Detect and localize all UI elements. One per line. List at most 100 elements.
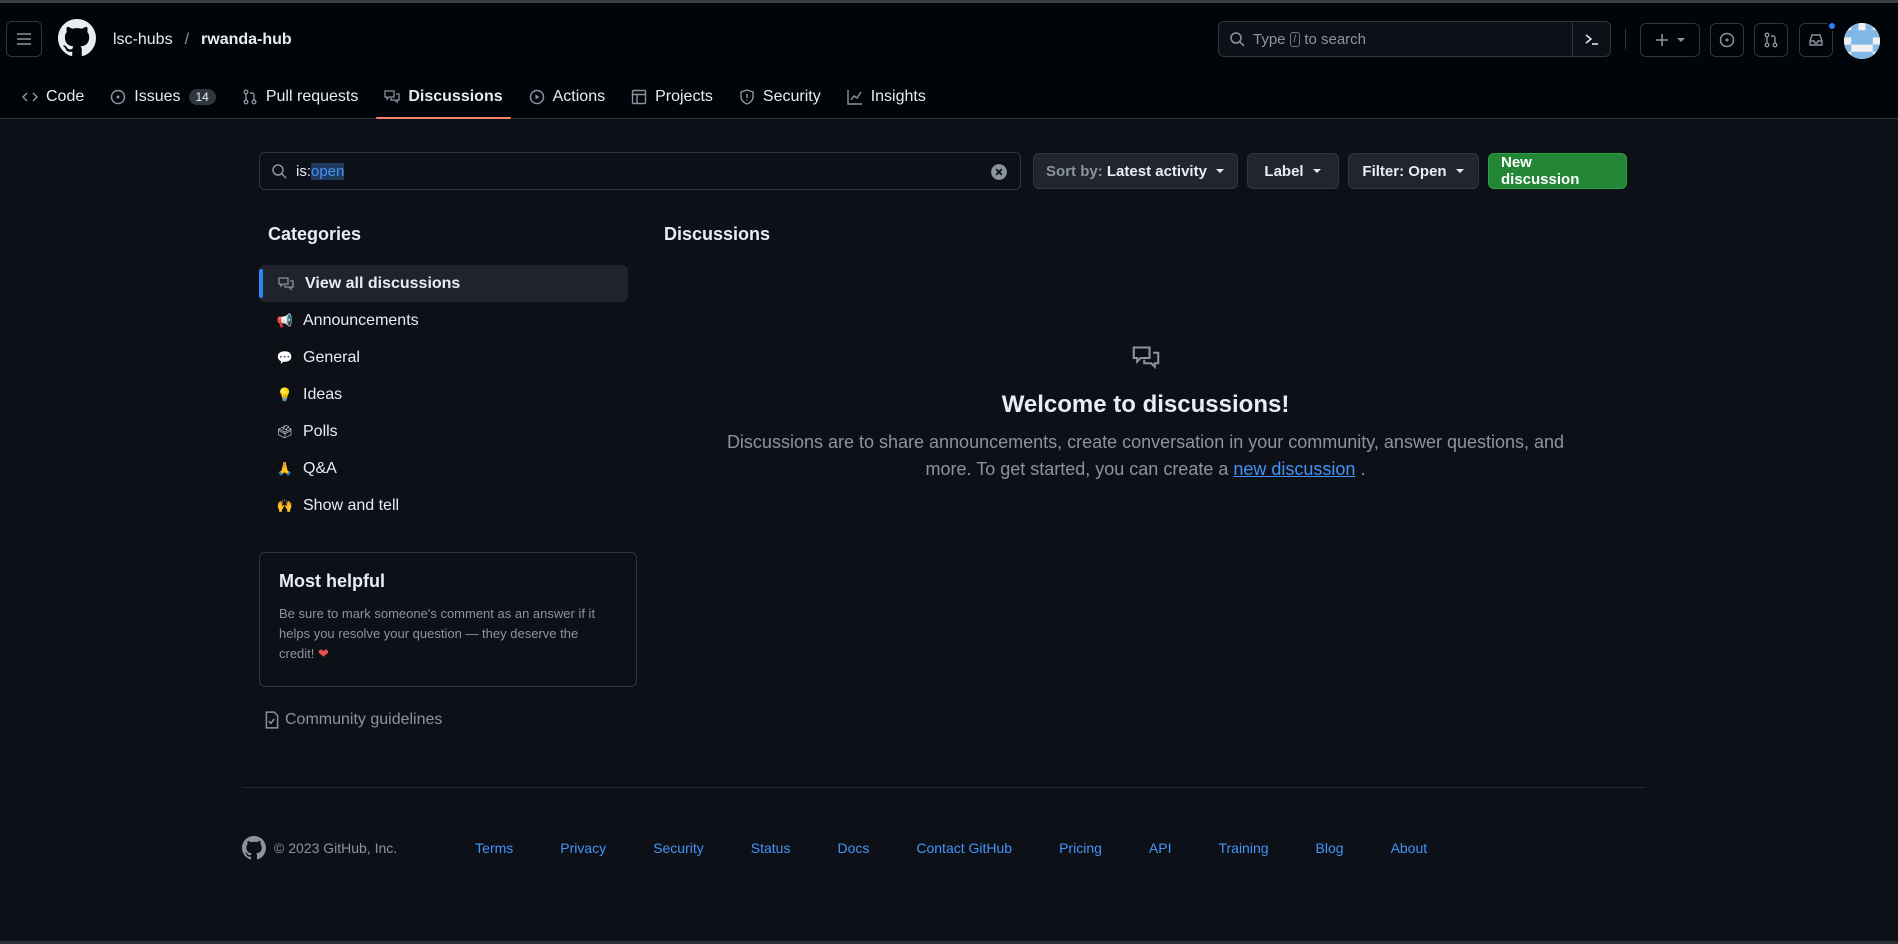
tab-label: Issues [134,88,181,105]
pull-requests-button[interactable] [1754,23,1788,57]
category-label: General [303,348,360,366]
github-logo-icon[interactable] [242,836,266,860]
search-placeholder-suffix: to search [1304,30,1367,48]
tab-code[interactable]: Code [14,75,92,119]
caret-down-icon [1312,169,1321,173]
search-shortcut-key: / [1289,31,1301,47]
notification-indicator [1827,21,1837,31]
github-logo-icon[interactable] [58,19,96,57]
create-new-button[interactable] [1640,23,1700,57]
tab-label: Code [46,88,85,105]
tab-label: Actions [552,88,606,105]
category-general[interactable]: 💬 General [259,339,629,376]
new-discussion-label: New discussion [1501,154,1580,188]
discussions-filter-input[interactable]: is: open [259,152,1021,190]
most-helpful-heading: Most helpful [279,571,385,591]
command-palette-button[interactable] [1572,22,1610,56]
footer-link-privacy[interactable]: Privacy [560,840,606,856]
tab-security[interactable]: Security [731,75,829,119]
welcome-text: Discussions are to share announcements, … [726,429,1566,483]
tab-issues[interactable]: Issues 14 [102,75,224,119]
category-show-and-tell[interactable]: 🙌 Show and tell [259,487,629,524]
footer-link-blog[interactable]: Blog [1316,840,1344,856]
tab-insights[interactable]: Insights [839,75,934,119]
tab-discussions[interactable]: Discussions [376,75,511,119]
repo-link[interactable]: rwanda-hub [201,31,292,49]
category-label: Q&A [303,459,337,477]
site-footer: © 2023 GitHub, Inc. Terms Privacy Securi… [242,834,1474,862]
category-qa[interactable]: 🙏 Q&A [259,450,629,487]
category-label: View all discussions [305,274,461,292]
search-icon [272,164,287,179]
category-label: Ideas [303,385,343,403]
code-icon [22,92,38,102]
welcome-heading: Welcome to discussions! [1001,391,1290,418]
inbox-icon [1809,34,1823,46]
label-dropdown-button[interactable]: Label [1247,153,1339,189]
issue-icon [111,89,126,105]
new-discussion-button[interactable]: New discussion [1488,153,1627,189]
menu-button[interactable] [6,21,42,57]
tab-projects[interactable]: Projects [623,75,721,119]
repo-nav-tabs: Code Issues 14 Pull requests Discussions… [0,75,1898,119]
category-announcements[interactable]: 📢 Announcements [259,302,629,339]
category-label: Show and tell [303,496,400,514]
footer-link-terms[interactable]: Terms [475,840,513,856]
new-discussion-link[interactable]: new discussion [1233,459,1355,479]
footer-link-status[interactable]: Status [751,840,791,856]
search-placeholder-prefix: Type [1253,30,1286,48]
plus-icon [1656,34,1668,46]
pull-request-icon [243,89,257,105]
app-header: lsc-hubs / rwanda-hub Type / to search C… [0,3,1898,119]
discussion-icon [384,90,401,104]
welcome-body: Discussions are to share announcements, … [726,432,1565,479]
category-label: Polls [303,422,338,440]
heart-icon: ❤ [318,646,329,661]
category-polls[interactable]: 🗳 Polls [259,413,629,450]
table-icon [631,89,647,105]
sort-dropdown-button[interactable]: Sort by: Latest activity [1033,153,1238,189]
most-helpful-text: Be sure to mark someone's comment as an … [279,604,617,664]
top-bar: lsc-hubs / rwanda-hub Type / to search [0,3,1898,75]
issues-button[interactable] [1710,23,1744,57]
caret-down-icon [1215,169,1224,173]
category-label: Announcements [303,311,419,329]
raising-hands-icon: 🙌 [276,497,294,513]
footer-link-docs[interactable]: Docs [837,840,869,856]
clear-filter-icon[interactable] [990,163,1008,181]
play-icon [529,89,544,105]
category-view-all[interactable]: View all discussions [259,265,628,302]
footer-link-pricing[interactable]: Pricing [1059,840,1102,856]
label-button-text: Label [1264,162,1304,180]
user-avatar[interactable] [1844,23,1880,59]
megaphone-icon: 📢 [276,312,294,328]
owner-link[interactable]: lsc-hubs [113,31,173,49]
footer-link-api[interactable]: API [1149,840,1172,856]
footer-link-security[interactable]: Security [653,840,704,856]
global-search-input[interactable]: Type / to search [1218,21,1611,57]
most-helpful-box: Most helpful Be sure to mark someone's c… [259,552,637,687]
sort-value: Latest activity [1106,162,1207,180]
terminal-icon [1585,34,1598,45]
category-ideas[interactable]: 💡 Ideas [259,376,629,413]
filter-dropdown-button[interactable]: Filter: Open [1348,153,1479,189]
light-bulb-icon: 💡 [276,386,294,402]
tab-label: Pull requests [265,88,359,105]
tab-label: Insights [870,88,926,105]
tab-actions[interactable]: Actions [521,75,613,119]
footer-divider [242,787,1645,788]
footer-link-about[interactable]: About [1391,840,1428,856]
issue-icon [1719,32,1735,48]
filter-button-text: Filter: Open [1362,162,1447,180]
caret-down-icon [1455,169,1464,173]
graph-icon [846,90,862,105]
welcome-end: . [1360,459,1366,479]
community-guidelines-link[interactable]: Community guidelines [263,711,442,729]
discussion-icon [1132,346,1159,370]
search-icon [1230,32,1245,47]
tab-pull-requests[interactable]: Pull requests [234,75,367,119]
footer-link-contact[interactable]: Contact GitHub [916,840,1012,856]
ballot-box-icon: 🗳 [276,423,294,439]
footer-link-training[interactable]: Training [1218,840,1268,856]
praying-hands-icon: 🙏 [276,460,294,476]
